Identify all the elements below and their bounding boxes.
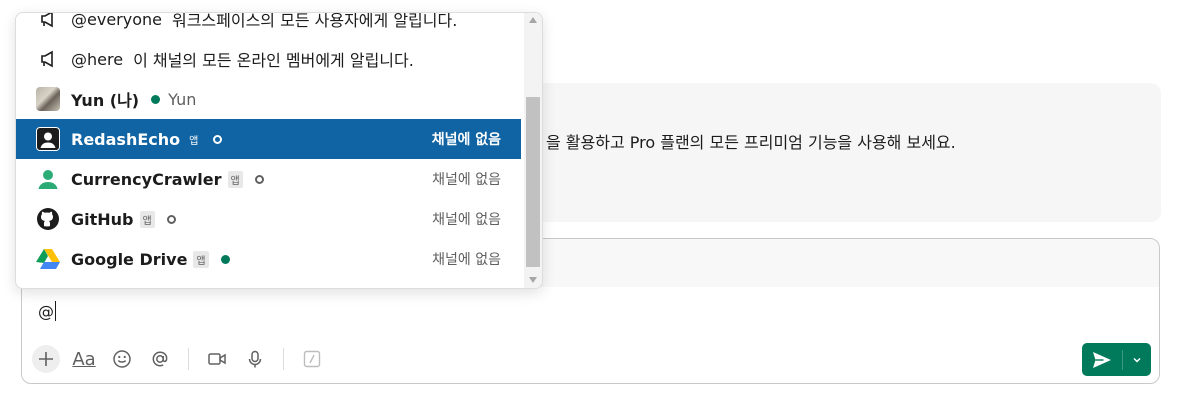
chevron-down-icon — [1133, 357, 1141, 363]
mention-name: CurrencyCrawler — [71, 169, 222, 189]
megaphone-icon — [36, 47, 60, 71]
send-icon — [1093, 351, 1111, 368]
scrollbar-thumb[interactable] — [526, 97, 540, 267]
app-badge: 앱 — [193, 250, 209, 268]
slash-command-icon — [303, 350, 321, 368]
emoji-button[interactable] — [108, 345, 136, 373]
composer-toolbar: Aa — [32, 343, 336, 375]
emoji-icon — [113, 350, 131, 368]
audio-clip-button[interactable] — [241, 345, 269, 373]
send-button-group — [1082, 343, 1151, 376]
active-status-dot — [151, 94, 161, 104]
github-icon — [36, 207, 60, 231]
promo-banner-text: 을 활용하고 Pro 플랜의 모든 프리미엄 기능을 사용해 보세요. — [546, 133, 956, 152]
mention-option-yun[interactable]: Yun (나) Yun — [16, 79, 521, 119]
person-icon — [36, 167, 60, 191]
not-in-channel-label: 채널에 없음 — [432, 252, 501, 268]
mention-button[interactable] — [146, 345, 174, 373]
mention-option-here[interactable]: @here 이 채널의 모든 온라인 멤버에게 알립니다. — [16, 39, 521, 79]
formatting-button[interactable]: Aa — [70, 345, 98, 373]
away-status-dot — [213, 134, 223, 144]
app-badge: 앱 — [227, 170, 243, 188]
mention-subtitle: Yun — [168, 89, 197, 109]
app-badge: 앱 — [139, 210, 155, 228]
schedule-send-button[interactable] — [1123, 343, 1151, 376]
mention-option-redashecho[interactable]: RedashEcho 앱 채널에 없음 — [16, 119, 521, 159]
text-format-icon: Aa — [72, 348, 96, 370]
google-drive-icon — [36, 247, 60, 271]
mention-description: 이 채널의 모든 온라인 멤버에게 알립니다. — [133, 51, 414, 70]
mention-autocomplete-popup: @everyone 워크스페이스의 모든 사용자에게 알립니다. @here 이… — [15, 12, 543, 289]
attach-plus-button[interactable] — [32, 345, 60, 373]
toolbar-divider — [188, 348, 189, 370]
mention-option-currencycrawler[interactable]: CurrencyCrawler 앱 채널에 없음 — [16, 159, 521, 199]
microphone-icon — [248, 350, 262, 368]
not-in-channel-label: 채널에 없음 — [432, 212, 501, 228]
not-in-channel-label: 채널에 없음 — [432, 172, 501, 188]
scroll-down-arrow-icon[interactable] — [529, 277, 537, 283]
at-sign-icon — [152, 351, 168, 367]
shortcuts-button[interactable] — [298, 345, 326, 373]
mention-name: @here — [71, 49, 124, 69]
popup-scrollbar[interactable] — [524, 13, 542, 288]
not-in-channel-label: 채널에 없음 — [431, 132, 501, 148]
mention-name: GitHub — [71, 209, 134, 229]
video-clip-button[interactable] — [203, 345, 231, 373]
toolbar-divider — [283, 348, 284, 370]
megaphone-icon — [36, 13, 60, 31]
mention-option-everyone[interactable]: @everyone 워크스페이스의 모든 사용자에게 알립니다. — [16, 12, 521, 39]
person-silhouette-icon — [36, 127, 60, 151]
mention-name: @everyone — [71, 12, 162, 29]
away-status-dot — [166, 214, 176, 224]
plus-icon — [39, 352, 53, 366]
mention-option-google-drive[interactable]: Google Drive 앱 채널에 없음 — [16, 239, 521, 279]
send-button[interactable] — [1082, 343, 1122, 376]
message-input[interactable]: @ — [38, 301, 56, 321]
mention-name: Yun (나) — [71, 91, 140, 110]
text-caret — [55, 301, 56, 321]
mention-name: Google Drive — [71, 249, 188, 269]
video-camera-icon — [208, 353, 226, 365]
mention-name: RedashEcho — [71, 129, 181, 149]
away-status-dot — [254, 174, 264, 184]
app-badge: 앱 — [186, 130, 202, 148]
mention-list: @everyone 워크스페이스의 모든 사용자에게 알립니다. @here 이… — [16, 12, 521, 279]
mention-option-github[interactable]: GitHub 앱 채널에 없음 — [16, 199, 521, 239]
mention-description: 워크스페이스의 모든 사용자에게 알립니다. — [171, 12, 458, 30]
user-avatar — [36, 87, 60, 111]
scroll-up-arrow-icon[interactable] — [529, 17, 537, 23]
active-status-dot — [220, 254, 230, 264]
message-input-text: @ — [38, 302, 54, 321]
